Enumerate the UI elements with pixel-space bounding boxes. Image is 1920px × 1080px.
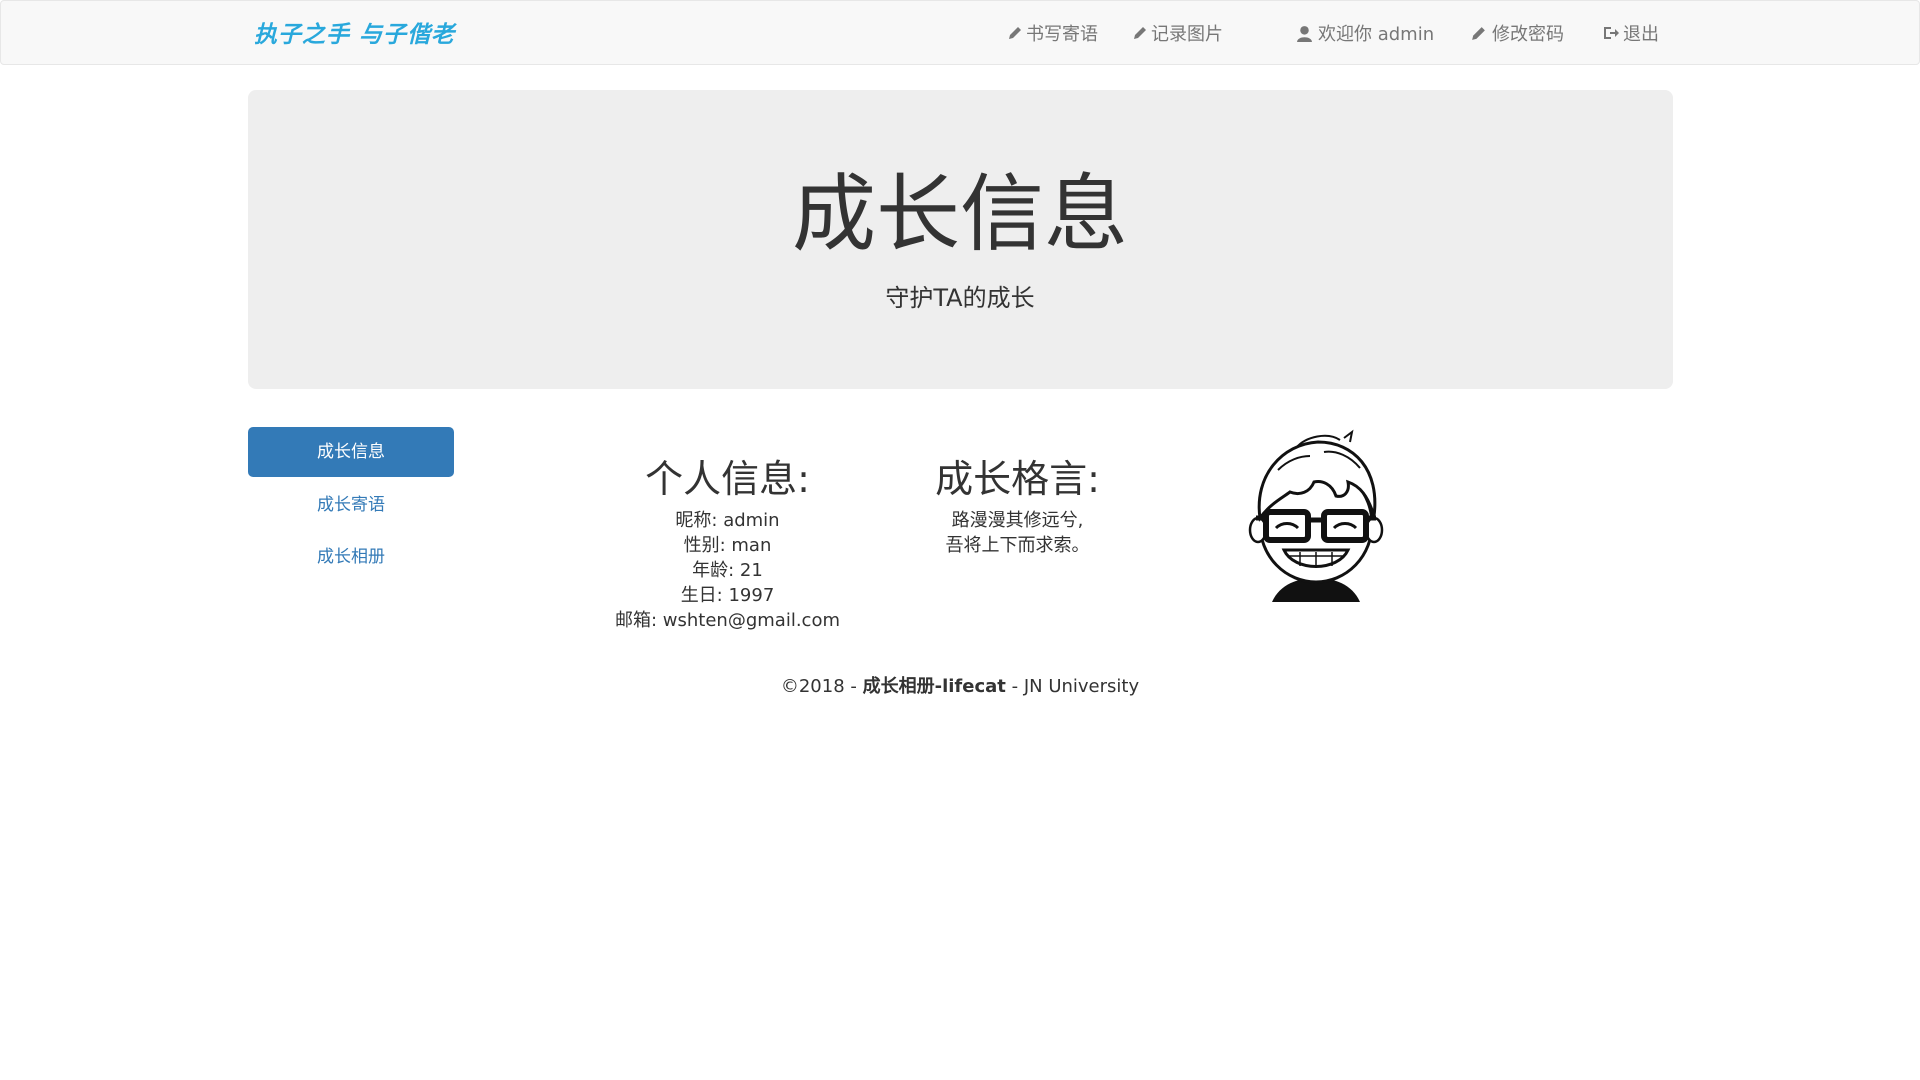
profile-gender: 性别: man	[683, 535, 772, 556]
nav-welcome-user[interactable]: 欢迎你 admin	[1296, 20, 1434, 46]
motto-heading: 成长格言:	[935, 457, 1100, 501]
nav-record-photos-label: 记录图片	[1151, 24, 1223, 45]
nav-logout[interactable]: 退出	[1602, 20, 1659, 46]
nav-write-message-label: 书写寄语	[1026, 24, 1098, 45]
nav-welcome-user-label: 欢迎你 admin	[1318, 24, 1435, 45]
pencil-icon	[1134, 27, 1146, 39]
footer: ©2018 - 成长相册-lifecat - JN University	[0, 672, 1920, 698]
logout-icon	[1604, 27, 1619, 39]
footer-copyright: ©2018 -	[780, 676, 863, 697]
profile-email: 邮箱: wshten@gmail.com	[615, 610, 840, 631]
footer-site-name: 成长相册-lifecat	[862, 676, 1006, 697]
footer-org: - JN University	[1005, 676, 1140, 697]
profile-birthday: 生日: 1997	[680, 585, 775, 606]
brand-logo[interactable]: 执子之手 与子偕老	[254, 15, 455, 49]
page-subtitle: 守护TA的成长	[885, 284, 1035, 312]
avatar	[1248, 429, 1384, 602]
sidebar-item-growth-album[interactable]: 成长相册	[248, 532, 454, 582]
sidebar-item-growth-info[interactable]: 成长信息	[248, 427, 454, 477]
nav-write-message[interactable]: 书写寄语	[1007, 20, 1098, 46]
profile-age: 年龄: 21	[692, 560, 763, 581]
nav-change-password-label: 修改密码	[1492, 24, 1564, 45]
pencil-icon	[1472, 26, 1485, 40]
sidebar-item-growth-messages[interactable]: 成长寄语	[248, 480, 454, 530]
user-icon	[1297, 25, 1312, 42]
nav-record-photos[interactable]: 记录图片	[1132, 20, 1223, 46]
motto-line-1: 路漫漫其修远兮,	[951, 510, 1084, 531]
nav-logout-label: 退出	[1623, 24, 1659, 45]
pencil-icon	[1009, 27, 1021, 39]
profile-nickname: 昵称: admin	[675, 510, 780, 531]
top-navbar: 执子之手 与子偕老 书写寄语 记录图片 欢迎你 admin 修改密码 退出	[0, 0, 1920, 65]
motto-line-2: 吾将上下而求索。	[945, 535, 1090, 556]
page-title: 成长信息	[791, 165, 1128, 263]
profile-heading: 个人信息:	[645, 457, 810, 501]
nav-change-password[interactable]: 修改密码	[1470, 20, 1564, 46]
